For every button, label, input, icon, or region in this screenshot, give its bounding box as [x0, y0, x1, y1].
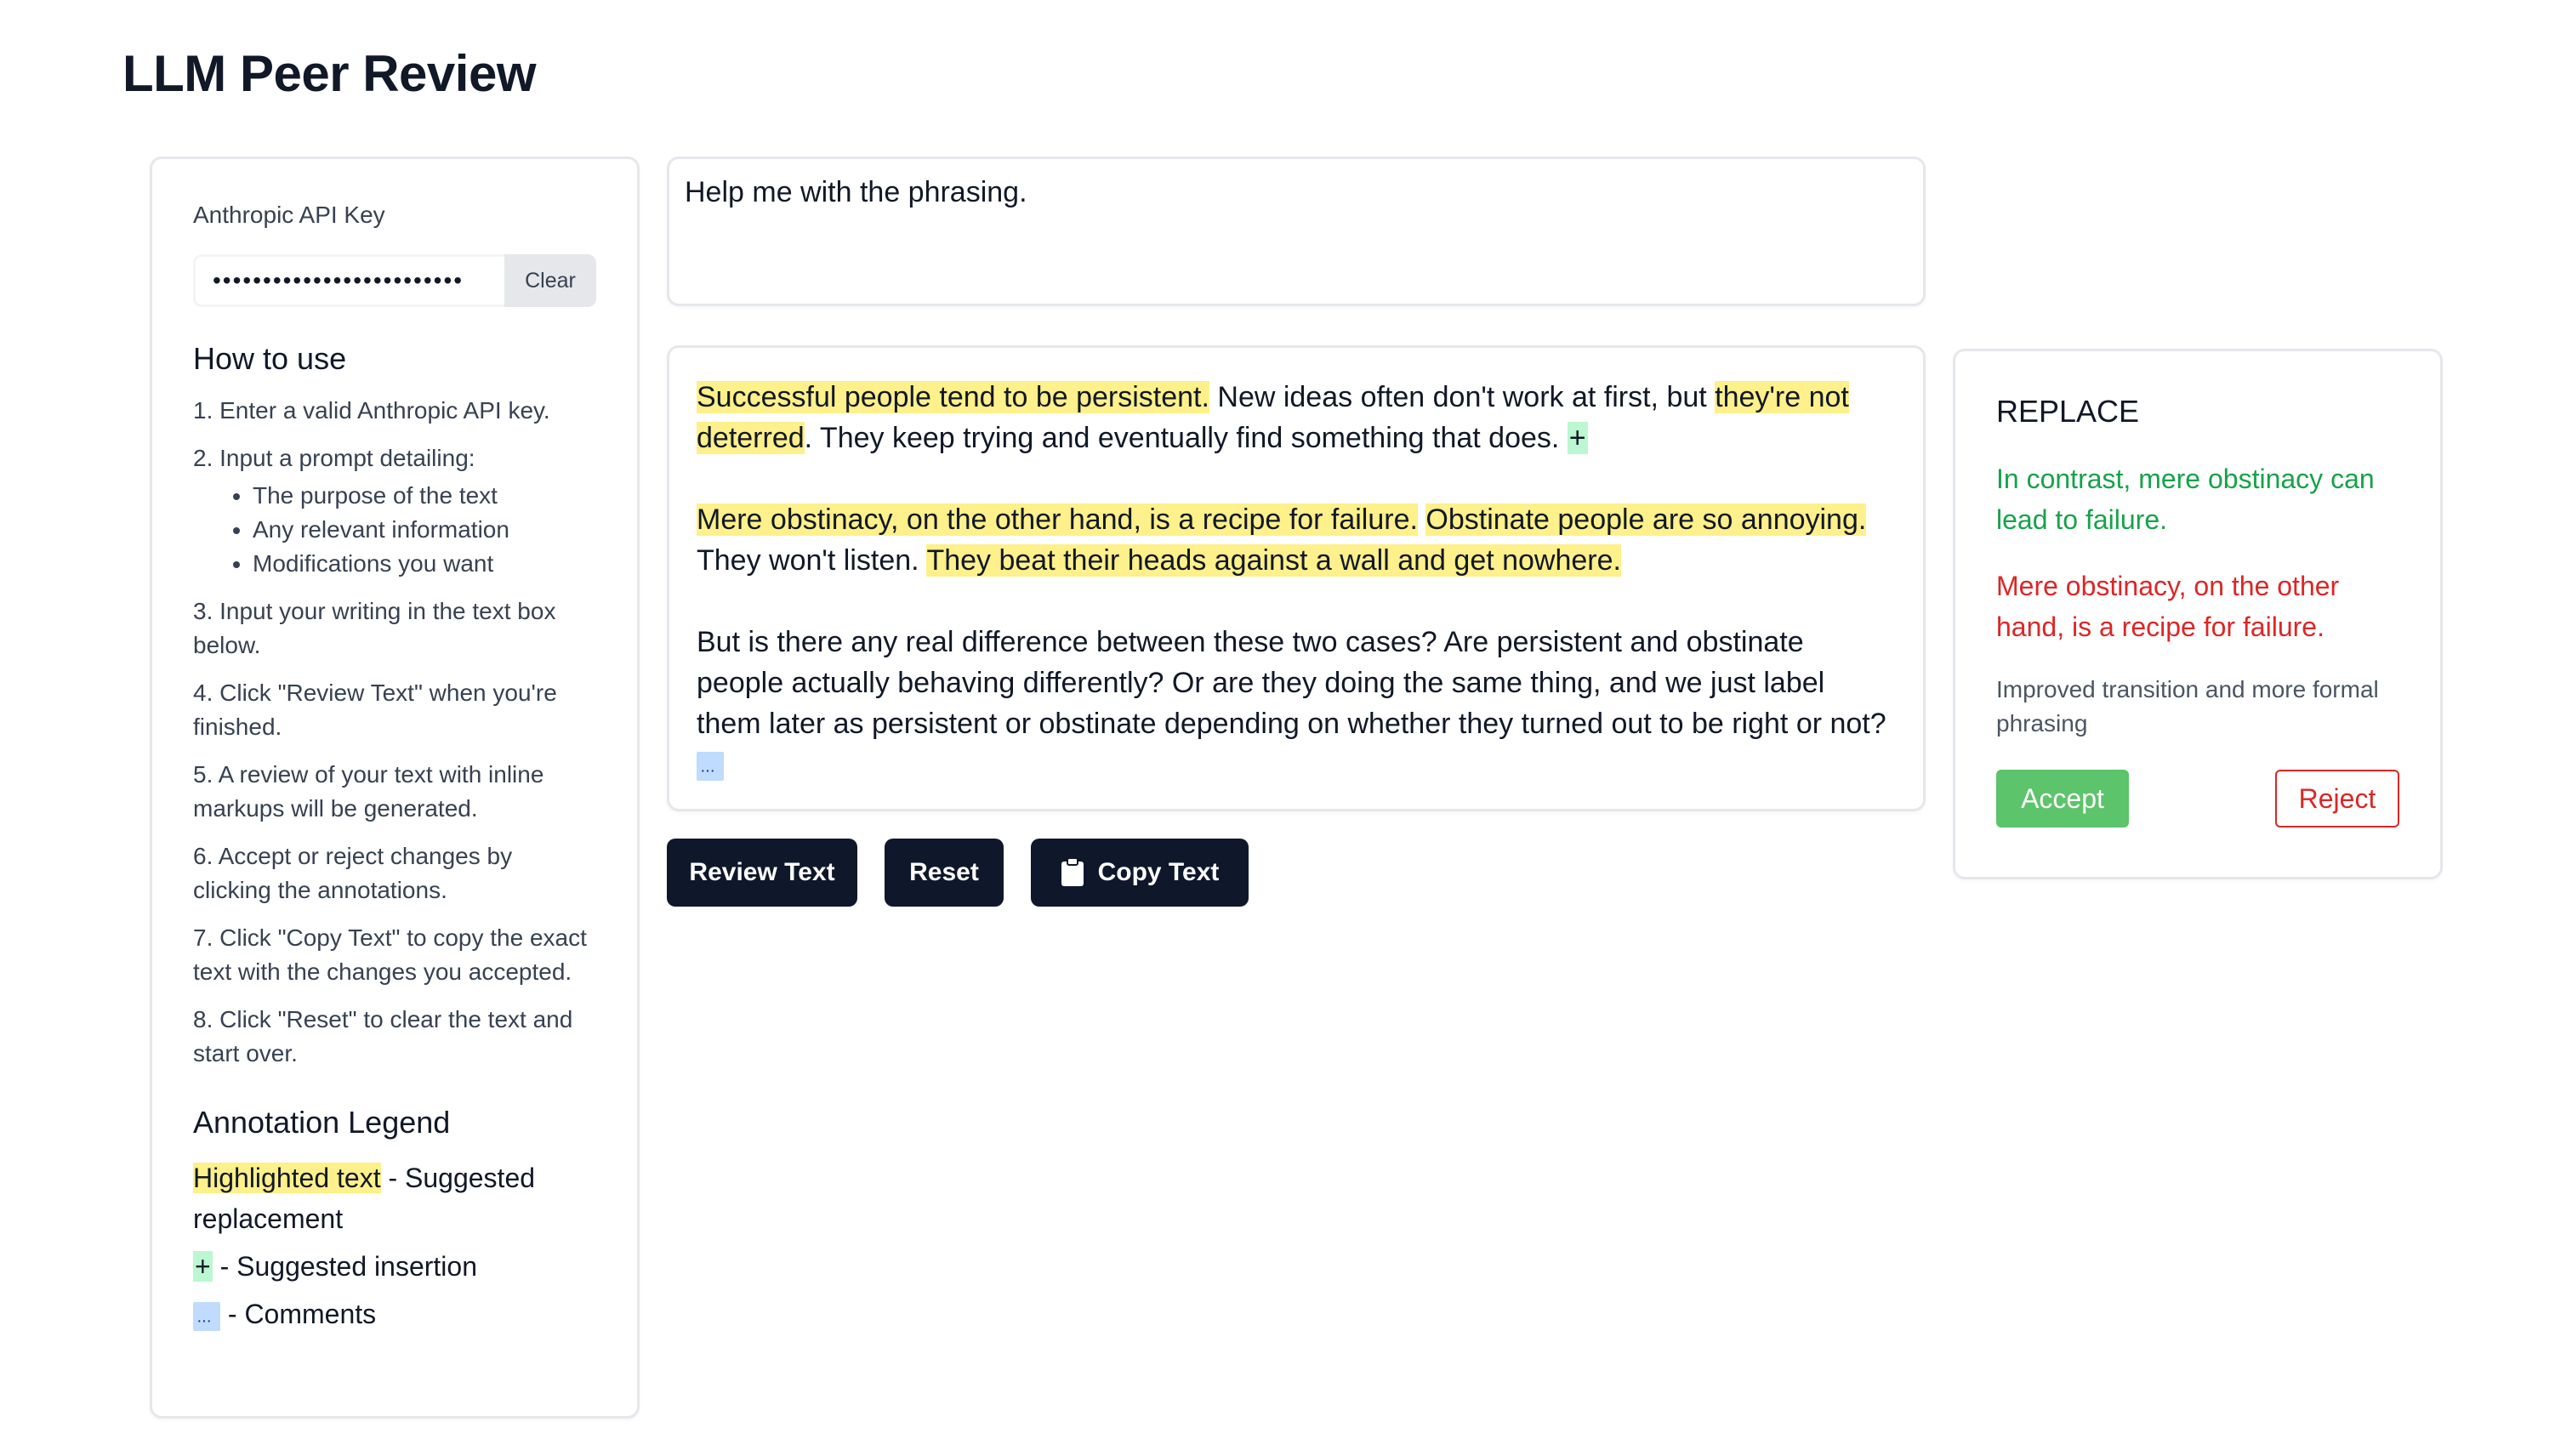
copy-text-label: Copy Text [1097, 858, 1220, 886]
step-item: 6. Accept or reject changes by clicking … [193, 843, 513, 903]
legend-heading: Annotation Legend [193, 1105, 451, 1140]
sub-step-item: The purpose of the text [253, 479, 596, 513]
annotation-reason: Improved transition and more formal phra… [1996, 676, 2379, 737]
comment-icon[interactable] [697, 750, 724, 791]
reject-button[interactable]: Reject [2275, 770, 2399, 828]
api-key-input[interactable]: ••••••••••••••••••••••••• [193, 254, 504, 307]
api-key-row: ••••••••••••••••••••••••• Clear [193, 254, 596, 307]
plain-text: New ideas often don't work at first, but [1209, 381, 1716, 413]
legend-highlight: Highlighted text - Suggested replacement [193, 1157, 596, 1239]
api-key-label: Anthropic API Key [193, 202, 385, 228]
clear-api-key-button[interactable]: Clear [504, 254, 596, 307]
review-text-area[interactable]: Successful people tend to be persistent.… [667, 345, 1926, 811]
copy-text-button[interactable]: Copy Text [1031, 839, 1249, 907]
insertion-annotation[interactable]: + [1567, 422, 1588, 454]
review-text-button[interactable]: Review Text [667, 839, 857, 907]
sub-steps: The purpose of the text Any relevant inf… [193, 479, 596, 581]
paragraph: But is there any real difference between… [697, 622, 1896, 791]
plain-text: But is there any real difference between… [697, 626, 1886, 740]
plain-text: . They keep trying and eventually find s… [804, 422, 1568, 454]
legend-insert-sample: + [193, 1251, 213, 1282]
annotation-suggestion: In contrast, mere obstinacy can lead to … [1996, 464, 2375, 535]
replacement-annotation[interactable]: Mere obstinacy, on the other hand, is a … [697, 503, 1418, 536]
step-item: 7. Click "Copy Text" to copy the exact t… [193, 924, 587, 985]
how-to-use-heading: How to use [193, 341, 347, 376]
replacement-annotation[interactable]: Obstinate people are so annoying. [1425, 503, 1867, 536]
annotation-panel: REPLACE In contrast, mere obstinacy can … [1953, 349, 2443, 879]
step-item: 2. Input a prompt detailing: The purpose… [193, 441, 596, 581]
annotation-type: REPLACE [1996, 394, 2140, 429]
step-text: 2. Input a prompt detailing: [193, 445, 475, 471]
sub-step-item: Modifications you want [253, 547, 596, 581]
accept-button[interactable]: Accept [1996, 770, 2129, 828]
how-to-steps: 1. Enter a valid Anthropic API key. 2. I… [193, 394, 596, 1071]
step-item: 5. A review of your text with inline mar… [193, 761, 544, 822]
sidebar-panel: Anthropic API Key ••••••••••••••••••••••… [150, 156, 640, 1419]
legend-comment: - Comments [193, 1294, 596, 1341]
legend-highlight-sample: Highlighted text [193, 1163, 381, 1193]
prompt-input[interactable]: Help me with the phrasing. [667, 156, 1926, 306]
paragraph: Successful people tend to be persistent.… [697, 377, 1896, 458]
step-item: 3. Input your writing in the text box be… [193, 598, 556, 658]
step-item: 8. Click "Reset" to clear the text and s… [193, 1006, 573, 1066]
plain-text: They won't listen. [697, 544, 927, 577]
reset-button[interactable]: Reset [885, 839, 1004, 907]
replacement-annotation[interactable]: Successful people tend to be persistent. [697, 381, 1209, 413]
annotation-original: Mere obstinacy, on the other hand, is a … [1996, 571, 2340, 642]
step-item: 4. Click "Review Text" when you're finis… [193, 680, 557, 740]
page-title: LLM Peer Review [122, 45, 537, 102]
annotation-actions: Accept Reject [1996, 770, 2399, 828]
plain-text [1418, 503, 1425, 536]
legend-insert-desc: - Suggested insertion [212, 1251, 477, 1282]
step-item: 1. Enter a valid Anthropic API key. [193, 397, 550, 424]
sub-step-item: Any relevant information [253, 513, 596, 547]
clipboard-icon [1061, 857, 1084, 887]
paragraph: Mere obstinacy, on the other hand, is a … [697, 499, 1896, 581]
replacement-annotation[interactable]: They beat their heads against a wall and… [926, 544, 1621, 577]
legend-comment-desc: - Comments [220, 1299, 377, 1329]
prompt-text: Help me with the phrasing. [685, 176, 1027, 208]
legend-insertion: + - Suggested insertion [193, 1246, 596, 1287]
comment-icon [193, 1300, 220, 1341]
